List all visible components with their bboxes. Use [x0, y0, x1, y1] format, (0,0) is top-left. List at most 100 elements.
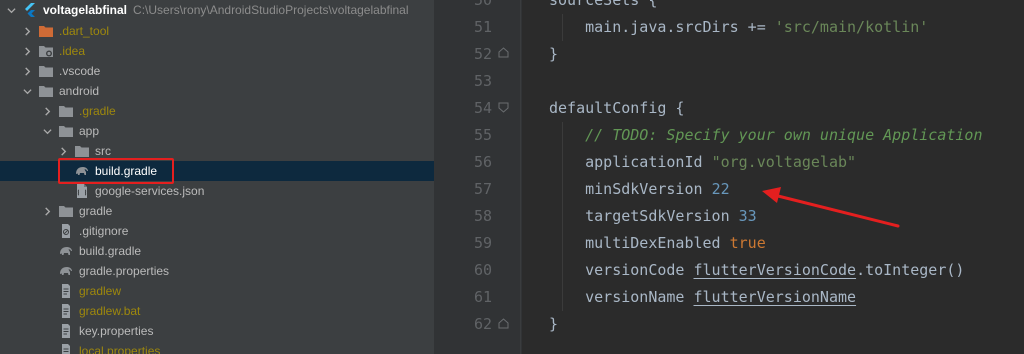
folder-icon	[74, 143, 90, 159]
text-file-icon	[58, 283, 74, 299]
ignore-file-icon	[58, 223, 74, 239]
line-number: 51	[473, 18, 492, 36]
line-number: 62	[473, 315, 492, 333]
tree-item-label: gradlew.bat	[79, 304, 141, 318]
gradle-elephant-icon	[58, 263, 74, 279]
line-number: 59	[473, 234, 492, 252]
code-editor[interactable]: sourceSets { main.java.srcDirs += 'src/m…	[522, 0, 1024, 354]
folder-icon	[38, 23, 54, 39]
code-line-54: defaultConfig {	[549, 95, 684, 122]
code-line-62: }	[549, 311, 558, 338]
flutter-icon	[22, 2, 38, 18]
tree-item-gradle-properties[interactable]: gradle.properties	[0, 261, 434, 281]
tree-item-label: build.gradle	[95, 164, 158, 178]
tree-item-label: .gitignore	[79, 224, 129, 238]
tree-item-label: gradle	[79, 204, 113, 218]
tree-item-label: android	[59, 84, 100, 98]
code-line-51: main.java.srcDirs += 'src/main/kotlin'	[549, 14, 928, 41]
chevron-right-icon[interactable]	[22, 61, 32, 81]
tree-item-dart-tool[interactable]: .dart_tool	[0, 21, 434, 41]
code-line-56: applicationId "org.voltagelab"	[549, 149, 856, 176]
code-text: applicationId	[585, 153, 712, 171]
tree-item-root-build-gradle[interactable]: build.gradle	[0, 241, 434, 261]
tree-item-android-gradle-dir[interactable]: .gradle	[0, 101, 434, 121]
tree-item-label: local.properties	[79, 344, 161, 354]
line-number: 52	[473, 45, 492, 63]
tree-item-android[interactable]: android	[0, 81, 434, 101]
properties-file-icon	[58, 343, 74, 354]
code-text: .toInteger()	[856, 261, 965, 279]
tree-item-label: gradle.properties	[79, 264, 170, 278]
keyword-literal: true	[729, 234, 766, 252]
tree-item-gradlew[interactable]: gradlew	[0, 281, 434, 301]
fold-end-icon[interactable]	[498, 47, 509, 58]
line-number: 60	[473, 261, 492, 279]
line-number: 61	[473, 288, 492, 306]
chevron-down-icon[interactable]	[6, 0, 16, 20]
fold-start-icon[interactable]	[498, 102, 509, 113]
code-line-52: }	[549, 41, 558, 68]
folder-icon	[58, 103, 74, 119]
variable-reference[interactable]: flutterVersionCode	[694, 261, 857, 279]
json-file-icon	[74, 183, 90, 199]
chevron-right-icon[interactable]	[42, 201, 52, 221]
tree-item-label: .vscode	[59, 64, 101, 78]
chevron-right-icon[interactable]	[58, 141, 68, 161]
string-literal: "org.voltagelab"	[711, 153, 857, 171]
project-tree-panel: voltagelabfinal C:\Users\rony\AndroidStu…	[0, 0, 434, 354]
code-text: sourceSets {	[549, 0, 658, 9]
text-file-icon	[58, 303, 74, 319]
code-line-60: versionCode flutterVersionCode.toInteger…	[549, 257, 964, 284]
tree-item-idea[interactable]: .idea	[0, 41, 434, 61]
todo-comment: // TODO: Specify your own unique Applica…	[585, 126, 983, 144]
line-number: 55	[473, 126, 492, 144]
string-literal: 'src/main/kotlin'	[774, 18, 929, 36]
gradle-elephant-icon	[74, 163, 90, 179]
code-text: versionCode	[585, 261, 694, 279]
tree-item-gitignore[interactable]: .gitignore	[0, 221, 434, 241]
tree-item-label: .idea	[59, 44, 86, 58]
folder-icon	[38, 63, 54, 79]
folder-icon	[38, 83, 54, 99]
chevron-down-icon[interactable]	[22, 81, 32, 101]
properties-file-icon	[58, 323, 74, 339]
tree-item-app-build-gradle[interactable]: build.gradle	[0, 161, 434, 181]
code-text: }	[549, 315, 559, 333]
tree-item-vscode[interactable]: .vscode	[0, 61, 434, 81]
tree-item-src[interactable]: src	[0, 141, 434, 161]
min-sdk-value: 22	[711, 180, 730, 198]
tree-item-label: google-services.json	[95, 184, 205, 198]
chevron-down-icon[interactable]	[42, 121, 52, 141]
code-line-59: multiDexEnabled true	[549, 230, 766, 257]
variable-reference[interactable]: flutterVersionName	[694, 288, 857, 306]
line-number: 54	[473, 99, 492, 117]
folder-settings-icon	[38, 43, 54, 59]
tree-item-key-properties[interactable]: key.properties	[0, 321, 434, 341]
target-sdk-value: 33	[738, 207, 757, 225]
tree-item-label: .dart_tool	[59, 24, 110, 38]
tree-item-app[interactable]: app	[0, 121, 434, 141]
project-name: voltagelabfinal	[43, 3, 128, 17]
tree-item-local-properties[interactable]: local.properties	[0, 341, 434, 354]
tree-item-gradlew-bat[interactable]: gradlew.bat	[0, 301, 434, 321]
chevron-right-icon[interactable]	[22, 21, 32, 41]
fold-end-icon[interactable]	[498, 318, 509, 329]
code-line-58: targetSdkVersion 33	[549, 203, 757, 230]
line-number: 57	[473, 180, 492, 198]
code-text: minSdkVersion	[585, 180, 712, 198]
chevron-right-icon[interactable]	[42, 101, 52, 121]
folder-icon	[58, 203, 74, 219]
tree-item-label: key.properties	[79, 324, 154, 338]
line-number: 58	[473, 207, 492, 225]
tree-item-gradle-dir[interactable]: gradle	[0, 201, 434, 221]
code-line-61: versionName flutterVersionName	[549, 284, 856, 311]
tree-item-root[interactable]: voltagelabfinal C:\Users\rony\AndroidStu…	[0, 0, 434, 20]
tree-item-google-services[interactable]: google-services.json	[0, 181, 434, 201]
tree-item-label: build.gradle	[79, 244, 142, 258]
code-text: targetSdkVersion	[585, 207, 739, 225]
code-text: main.java.srcDirs +=	[585, 18, 775, 36]
project-path: C:\Users\rony\AndroidStudioProjects\volt…	[133, 3, 409, 17]
tree-item-label: .gradle	[79, 104, 116, 118]
chevron-right-icon[interactable]	[22, 41, 32, 61]
folder-icon	[58, 123, 74, 139]
